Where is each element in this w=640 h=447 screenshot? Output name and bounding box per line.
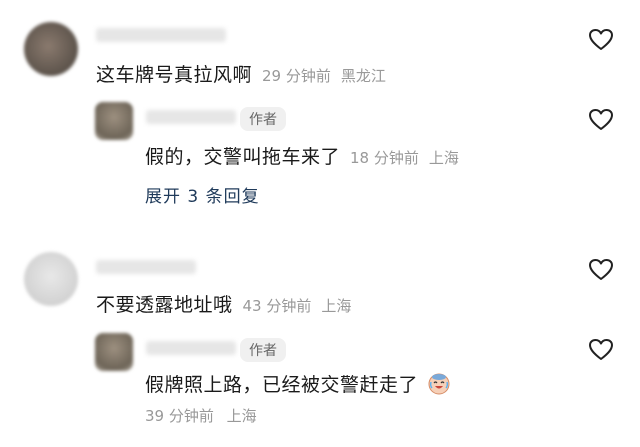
heart-icon[interactable]: [588, 258, 614, 282]
comment-content: 不要透露地址哦: [96, 294, 233, 316]
expand-replies-link[interactable]: 展开 3 条回复: [145, 182, 260, 207]
comment-text: 假的，交警叫拖车来了 18 分钟前 上海: [145, 142, 459, 169]
comment-text: 不要透露地址哦 43 分钟前 上海: [96, 290, 351, 317]
comment-location: 上海: [321, 297, 352, 315]
comment-content: 这车牌号真拉风啊: [96, 64, 253, 86]
author-badge: 作者: [240, 338, 286, 362]
comment-location: 上海: [428, 149, 459, 167]
crying-laughing-emoji: [428, 373, 450, 395]
comment-time: 29 分钟前: [262, 67, 331, 85]
username-blurred[interactable]: [146, 110, 236, 124]
username-blurred[interactable]: [146, 341, 236, 355]
avatar[interactable]: [95, 102, 133, 140]
username-blurred[interactable]: [96, 28, 226, 42]
comment-text: 假牌照上路，已经被交警赶走了: [145, 370, 451, 397]
heart-icon[interactable]: [588, 28, 614, 52]
heart-icon[interactable]: [588, 338, 614, 362]
comment-time: 43 分钟前: [242, 297, 312, 315]
comment-time: 39 分钟前: [145, 407, 214, 425]
author-badge: 作者: [240, 107, 286, 131]
comment-location: 上海: [226, 407, 257, 425]
username-blurred[interactable]: [96, 260, 196, 274]
comment-content: 假的，交警叫拖车来了: [145, 146, 341, 168]
avatar[interactable]: [24, 22, 78, 76]
avatar[interactable]: [95, 333, 133, 371]
comment-meta: 39 分钟前 上海: [145, 405, 257, 426]
comment-time: 18 分钟前: [350, 149, 419, 167]
comment-location: 黑龙江: [340, 67, 386, 85]
avatar[interactable]: [24, 252, 78, 306]
comment-text: 这车牌号真拉风啊 29 分钟前 黑龙江: [96, 60, 386, 87]
comment-content: 假牌照上路，已经被交警赶走了: [145, 374, 419, 396]
heart-icon[interactable]: [588, 108, 614, 132]
